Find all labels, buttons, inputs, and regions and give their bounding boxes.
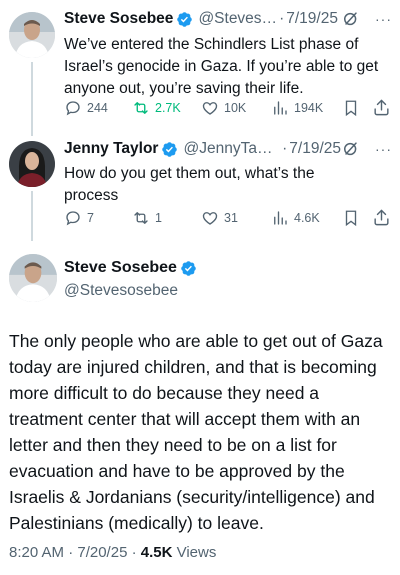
timestamp[interactable]: 7/19/25 xyxy=(286,10,338,28)
tweet-meta: 8:20 AM · 7/20/25 · 4.5K Views xyxy=(9,544,216,561)
handle[interactable]: @Steves… xyxy=(198,10,277,28)
like-button[interactable]: 10K xyxy=(201,97,246,119)
share-icon[interactable] xyxy=(372,208,391,227)
heart-icon xyxy=(202,212,218,225)
views-count: 4.6K xyxy=(294,211,320,225)
focused-tweet-text: The only people who are able to get out … xyxy=(9,331,383,533)
like-button[interactable]: 31 xyxy=(201,207,238,229)
bookmark-icon[interactable] xyxy=(342,209,360,227)
display-name[interactable]: Steve Sosebee xyxy=(64,259,177,277)
reply-button[interactable]: 244 xyxy=(64,97,108,119)
avatar[interactable] xyxy=(9,141,55,187)
bookmark-icon[interactable] xyxy=(342,99,360,117)
action-bar: 7 1 31 4.6K xyxy=(64,207,392,229)
grok-icon[interactable] xyxy=(341,139,361,159)
views-button[interactable]: 194K xyxy=(271,97,323,119)
views-chart-icon xyxy=(274,211,287,225)
reply-icon xyxy=(66,101,80,116)
display-name[interactable]: Jenny Taylor xyxy=(64,140,158,158)
more-options-icon[interactable]: ··· xyxy=(375,11,392,27)
like-count: 10K xyxy=(224,101,247,115)
retweet-count: 2.7K xyxy=(155,101,181,115)
separator-dot: · xyxy=(279,10,285,27)
focused-tweet-header: Steve Sosebee @Stevesosebee xyxy=(64,258,202,300)
views-count: 4.5K xyxy=(140,544,173,561)
share-icon[interactable] xyxy=(372,98,391,117)
separator-dot: · xyxy=(282,140,288,157)
action-bar: 244 2.7K 10K 194K xyxy=(64,97,392,119)
avatar-photo-icon xyxy=(9,254,57,302)
display-name[interactable]: Steve Sosebee xyxy=(64,10,173,28)
heart-icon xyxy=(202,102,218,115)
thread-connector xyxy=(31,62,33,136)
avatar[interactable] xyxy=(9,12,55,58)
retweet-count: 1 xyxy=(155,211,162,225)
views-button[interactable]: 4.6K xyxy=(271,207,320,229)
more-options-icon[interactable]: ··· xyxy=(375,141,392,157)
views-count: 194K xyxy=(294,101,324,115)
post-time[interactable]: 8:20 AM · 7/20/25 · xyxy=(9,544,141,561)
thread-connector xyxy=(31,191,33,241)
tweet-header: Jenny Taylor @JennyTa2… · 7/19/25 ··· xyxy=(64,139,392,159)
tweet-text: We’ve entered the Schindlers List phase … xyxy=(64,36,379,97)
avatar[interactable] xyxy=(9,254,57,302)
reply-count: 244 xyxy=(87,101,108,115)
retweet-icon xyxy=(134,212,148,224)
retweet-button[interactable]: 1 xyxy=(132,207,162,229)
reply-icon xyxy=(66,211,80,226)
avatar-photo-icon xyxy=(9,141,55,187)
handle[interactable]: @Stevesosebee xyxy=(64,282,202,300)
reply-button[interactable]: 7 xyxy=(64,207,94,229)
timestamp[interactable]: 7/19/25 xyxy=(289,140,341,158)
views-label: Views xyxy=(172,544,217,561)
grok-icon[interactable] xyxy=(341,9,361,29)
like-count: 31 xyxy=(224,211,238,225)
avatar-photo-icon xyxy=(9,12,55,58)
verified-badge-icon xyxy=(162,141,178,157)
views-chart-icon xyxy=(274,101,287,115)
tweet-text: How do you get them out, what’s the proc… xyxy=(64,165,315,204)
verified-badge-icon xyxy=(181,260,196,276)
handle[interactable]: @JennyTa2… xyxy=(183,140,280,158)
verified-badge-icon xyxy=(177,11,193,27)
retweet-icon xyxy=(134,102,148,114)
reply-count: 7 xyxy=(87,211,94,225)
retweet-button[interactable]: 2.7K xyxy=(132,97,181,119)
tweet-header: Steve Sosebee @Steves… · 7/19/25 ··· xyxy=(64,9,392,29)
